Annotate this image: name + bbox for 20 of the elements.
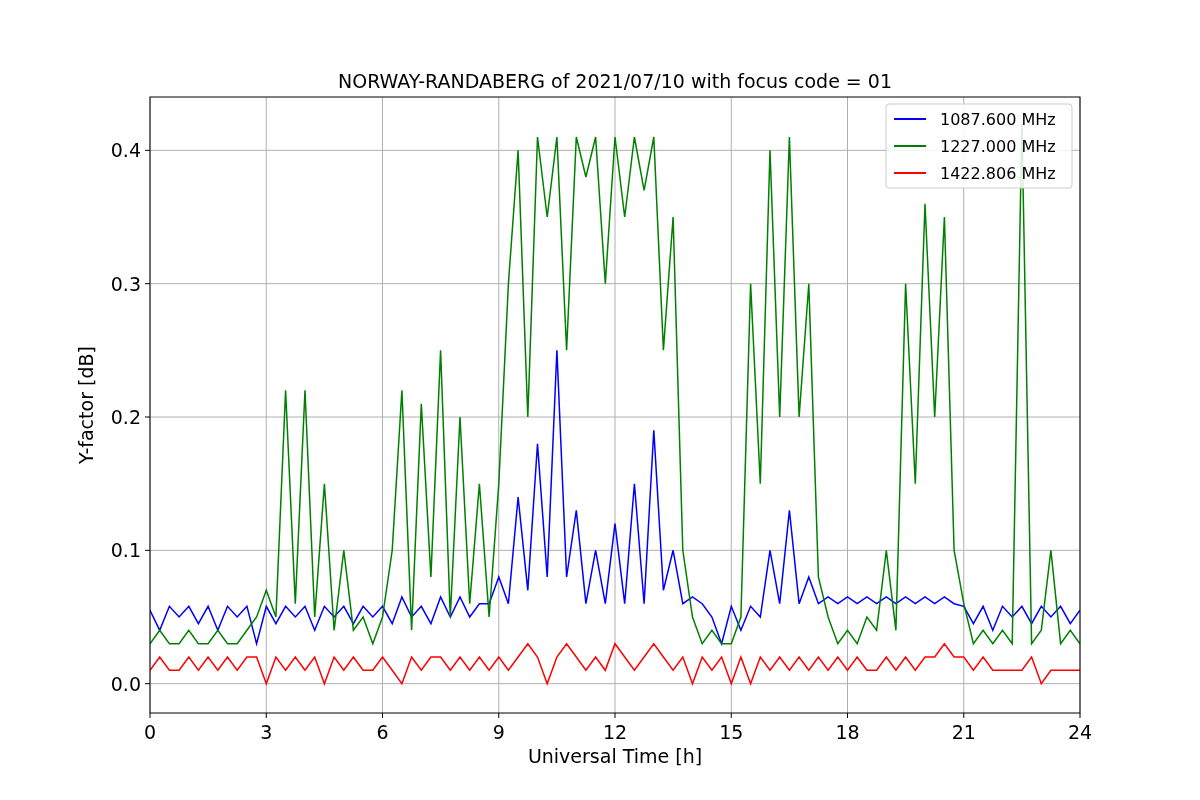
tick-label: 0.0 bbox=[110, 672, 141, 695]
tick-label: 0.1 bbox=[110, 539, 141, 562]
x-axis-label: Universal Time [h] bbox=[527, 745, 703, 767]
tick-label: 12 bbox=[602, 721, 628, 743]
tick-label: 0.4 bbox=[110, 139, 141, 162]
legend-label: 1227.000 MHz bbox=[940, 137, 1056, 156]
tick-label: 3 bbox=[260, 721, 273, 743]
y-axis-label: Y-factor [dB] bbox=[75, 346, 97, 464]
tick-label: 18 bbox=[835, 721, 860, 743]
tick-label: 6 bbox=[376, 721, 389, 743]
tick-label: 21 bbox=[951, 721, 976, 743]
legend-label: 1087.600 MHz bbox=[940, 110, 1056, 129]
legend-label: 1422.806 MHz bbox=[940, 164, 1056, 183]
tick-label: 0.3 bbox=[110, 272, 141, 295]
tick-label: 15 bbox=[719, 721, 744, 743]
tick-label: 0 bbox=[143, 721, 157, 743]
tick-label: 9 bbox=[492, 721, 505, 743]
chart-title: NORWAY-RANDABERG of 2021/07/10 with focus code = 01 bbox=[338, 70, 892, 92]
tick-label: 24 bbox=[1067, 721, 1093, 743]
tick-label: 0.2 bbox=[110, 406, 141, 428]
